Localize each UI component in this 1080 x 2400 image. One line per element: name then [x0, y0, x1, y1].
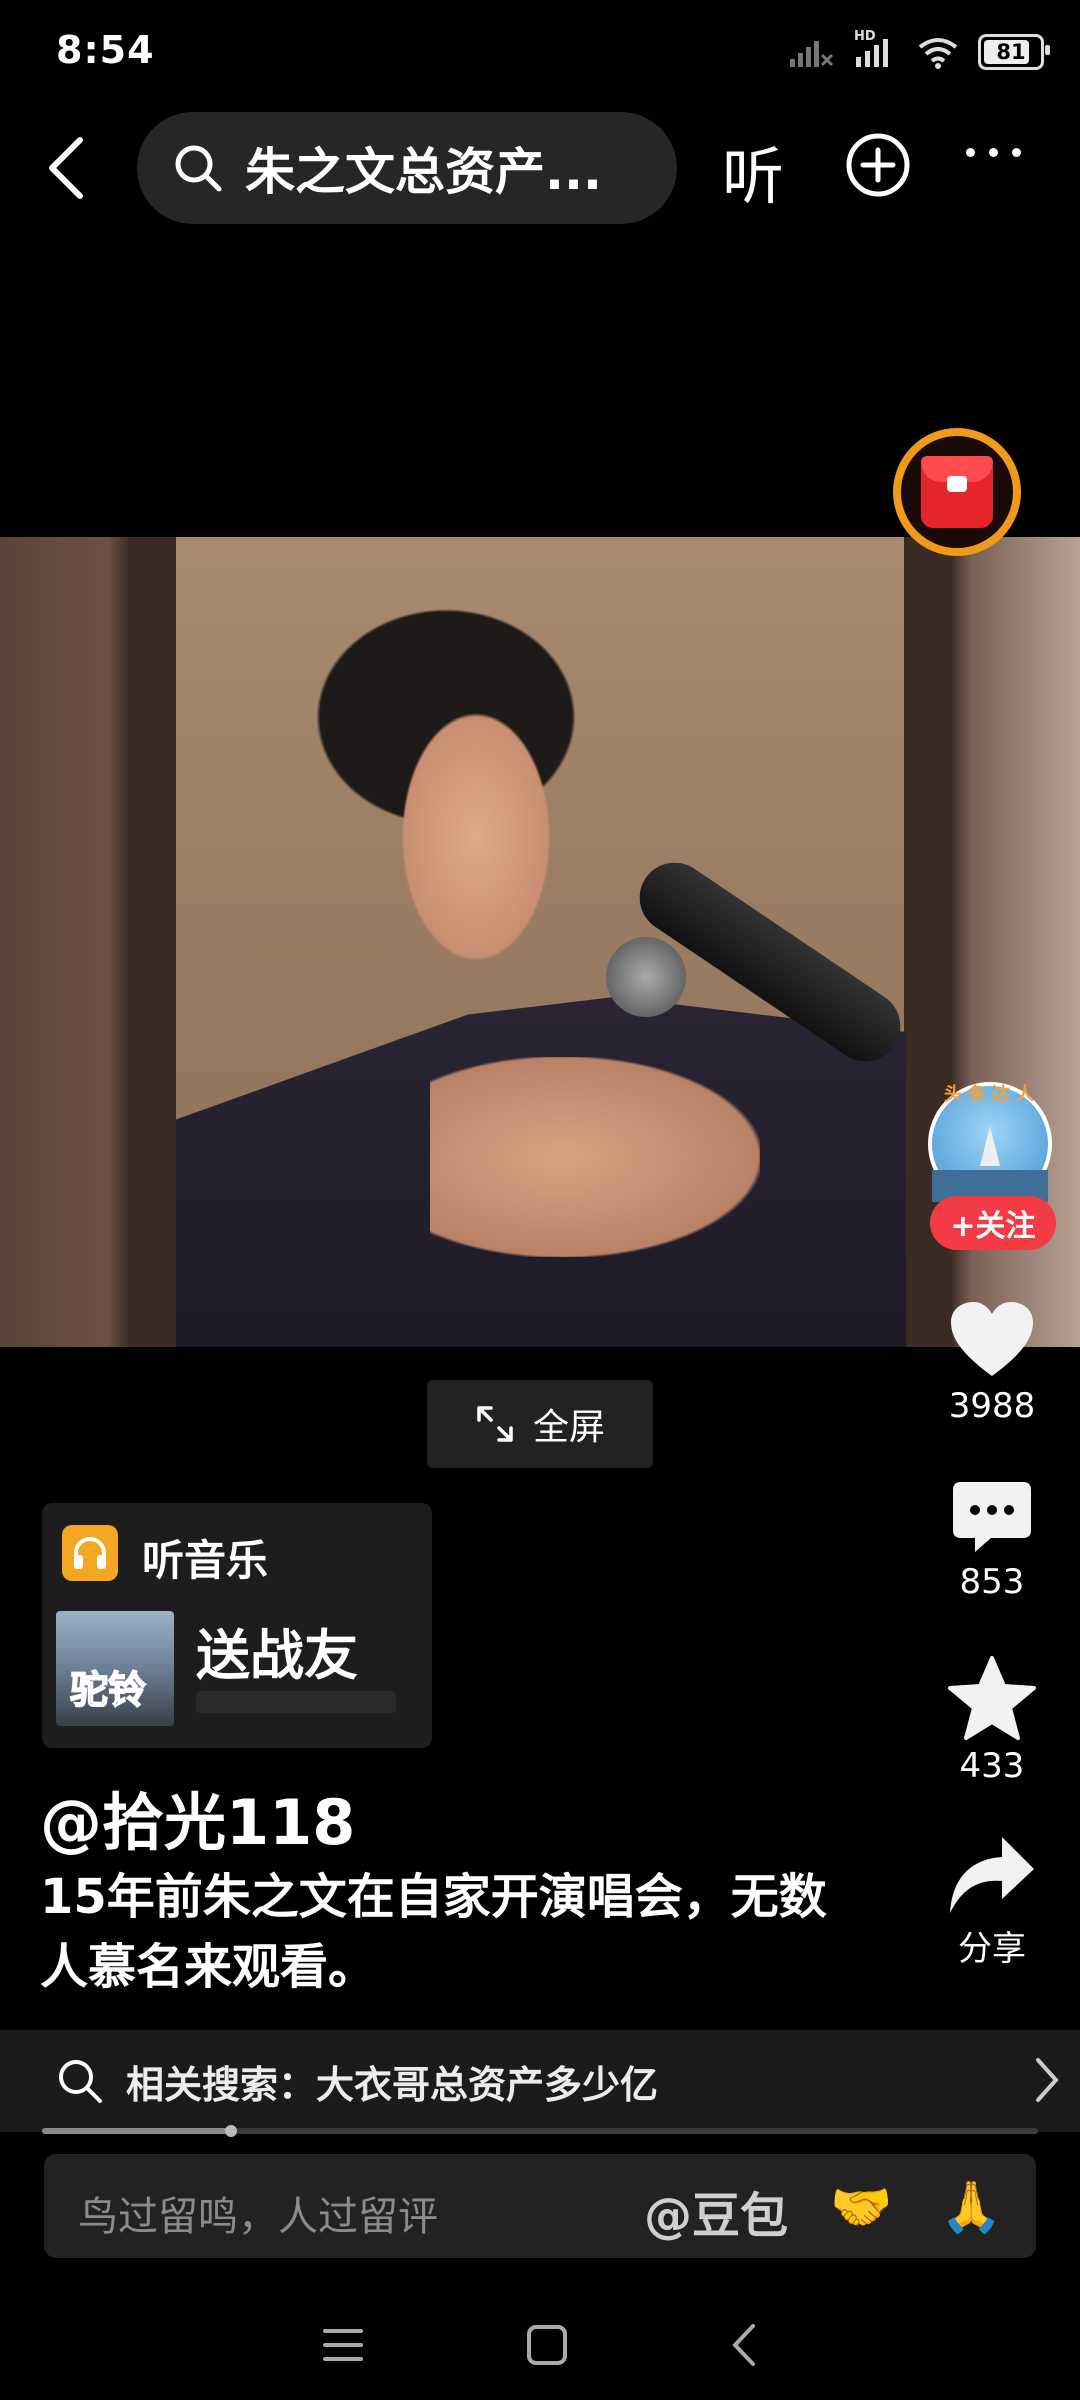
song-cover-text: 驼铃 — [69, 1667, 147, 1713]
handshake-emoji-button[interactable]: 🤝 — [830, 2178, 892, 2237]
battery-level: 81 — [996, 40, 1026, 64]
comment-button[interactable]: 853 — [930, 1480, 1054, 1602]
video-subject-hand — [430, 1057, 760, 1257]
share-label: 分享 — [958, 1929, 1026, 1969]
listen-button[interactable]: 听 — [722, 126, 784, 216]
status-icons: HD 81 — [788, 29, 1050, 74]
chevron-right-icon — [1036, 2058, 1059, 2102]
share-arrow-icon — [950, 1837, 1034, 1913]
menu-icon[interactable] — [321, 2325, 365, 2365]
share-button[interactable]: 分享 — [930, 1835, 1054, 1970]
music-card[interactable]: 听音乐 驼铃 送战友 — [42, 1503, 432, 1748]
video-microphone-head — [606, 937, 686, 1017]
wifi-icon — [918, 38, 958, 69]
favorite-button[interactable]: 433 — [930, 1656, 1054, 1786]
like-button[interactable]: 3988 — [930, 1300, 1054, 1426]
search-bar[interactable]: 朱之文总资产... — [137, 112, 677, 224]
song-cover: 驼铃 — [56, 1611, 174, 1726]
no-signal-icon — [790, 41, 834, 67]
chevron-left-icon — [49, 137, 83, 199]
related-search-bar[interactable]: 相关搜索：大衣哥总资产多少亿 — [0, 2030, 1080, 2132]
expand-icon — [477, 1406, 513, 1442]
star-icon — [948, 1656, 1036, 1740]
battery-icon: 81 — [978, 34, 1050, 70]
red-packet-button[interactable] — [893, 428, 1021, 556]
search-icon — [175, 145, 222, 192]
song-title: 送战友 — [196, 1624, 358, 1687]
heart-icon — [951, 1302, 1033, 1376]
red-envelope-icon — [921, 456, 993, 528]
comment-count: 853 — [959, 1562, 1025, 1602]
comment-input[interactable]: 鸟过留鸣，人过留评 @豆包 🤝 🙏 — [44, 2154, 1036, 2258]
more-options-button[interactable] — [966, 148, 1021, 157]
comment-icon — [953, 1482, 1031, 1552]
follow-button[interactable]: +关注 — [930, 1196, 1056, 1250]
related-search-text: 相关搜索：大衣哥总资产多少亿 — [126, 2062, 659, 2107]
back-button[interactable] — [36, 120, 96, 216]
mention-doubao-button[interactable]: @豆包 — [644, 2176, 788, 2246]
hd-label: HD — [854, 29, 876, 44]
plus-circle-icon — [846, 133, 910, 197]
fullscreen-button[interactable]: 全屏 — [427, 1380, 653, 1468]
video-player[interactable] — [0, 537, 1080, 1347]
favorite-count: 433 — [959, 1746, 1025, 1786]
system-nav-bar — [0, 2290, 1080, 2400]
music-section-label: 听音乐 — [142, 1536, 269, 1585]
author-name[interactable]: @拾光118 — [40, 1772, 355, 1862]
video-progress-knob[interactable] — [225, 2125, 238, 2137]
post-caption: 15年前朱之文在自家开演唱会，无数人慕名来观看。 — [40, 1869, 827, 1995]
signal-icon: HD — [854, 29, 898, 69]
search-query: 朱之文总资产... — [245, 143, 602, 201]
headphones-icon — [62, 1525, 118, 1581]
fullscreen-label: 全屏 — [532, 1407, 605, 1448]
back-nav-icon[interactable] — [729, 2322, 759, 2368]
home-icon[interactable] — [525, 2323, 569, 2367]
status-time: 8:54 — [56, 28, 155, 72]
search-icon — [59, 2060, 102, 2103]
comment-placeholder: 鸟过留鸣，人过留评 — [78, 2194, 438, 2240]
pray-emoji-button[interactable]: 🙏 — [940, 2178, 1002, 2237]
video-progress-bar[interactable] — [42, 2125, 1038, 2137]
more-dots-icon — [966, 148, 975, 157]
add-button[interactable] — [845, 132, 911, 202]
like-count: 3988 — [948, 1386, 1036, 1426]
author-badge: 头条达人 — [944, 1084, 1040, 1105]
song-subtitle-placeholder — [196, 1691, 396, 1713]
video-progress-fill — [42, 2128, 232, 2134]
